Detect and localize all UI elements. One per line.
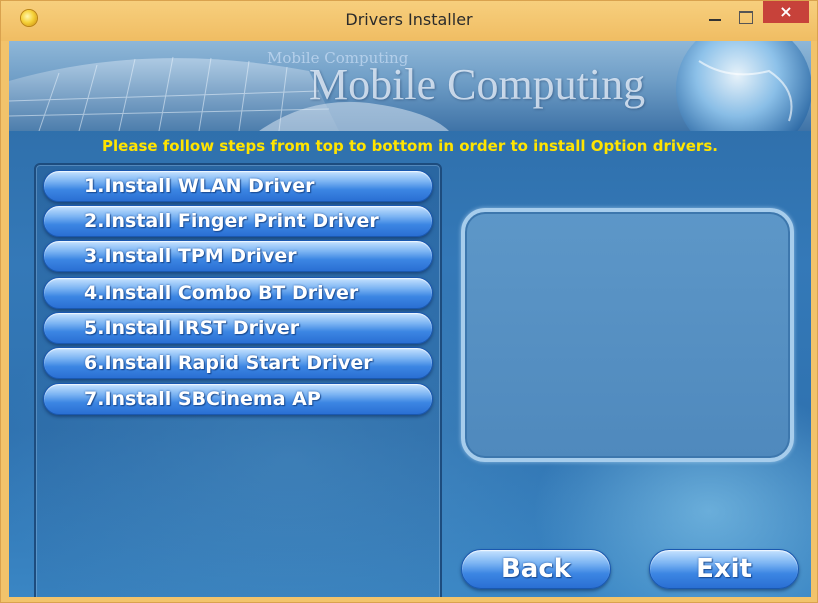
title-bar[interactable]: Drivers Installer × [1, 1, 817, 41]
mobile-computing-banner: Mobile Computing Mobile Computing [9, 41, 811, 131]
installer-window: Drivers Installer × Mobile Computing Mob… [0, 0, 818, 603]
installer-content: Mobile Computing Mobile Computing Please… [9, 41, 811, 597]
install-rapid-start-driver-button[interactable]: 6.Install Rapid Start Driver [43, 347, 433, 379]
maximize-icon[interactable] [733, 5, 759, 29]
install-finger-print-driver-button[interactable]: 2.Install Finger Print Driver [43, 205, 433, 237]
install-wlan-driver-button[interactable]: 1.Install WLAN Driver [43, 170, 433, 202]
minimize-icon[interactable] [703, 5, 729, 29]
exit-button[interactable]: Exit [649, 549, 799, 589]
info-display-panel [461, 208, 794, 462]
install-combo-bt-driver-button[interactable]: 4.Install Combo BT Driver [43, 277, 433, 309]
close-icon[interactable]: × [763, 1, 809, 23]
back-button[interactable]: Back [461, 549, 611, 589]
window-title: Drivers Installer [345, 10, 473, 29]
install-tpm-driver-button[interactable]: 3.Install TPM Driver [43, 240, 433, 272]
install-sbcinema-ap-button[interactable]: 7.Install SBCinema AP [43, 383, 433, 415]
banner-title: Mobile Computing [309, 60, 646, 109]
instruction-text: Please follow steps from top to bottom i… [102, 137, 718, 155]
install-irst-driver-button[interactable]: 5.Install IRST Driver [43, 312, 433, 344]
